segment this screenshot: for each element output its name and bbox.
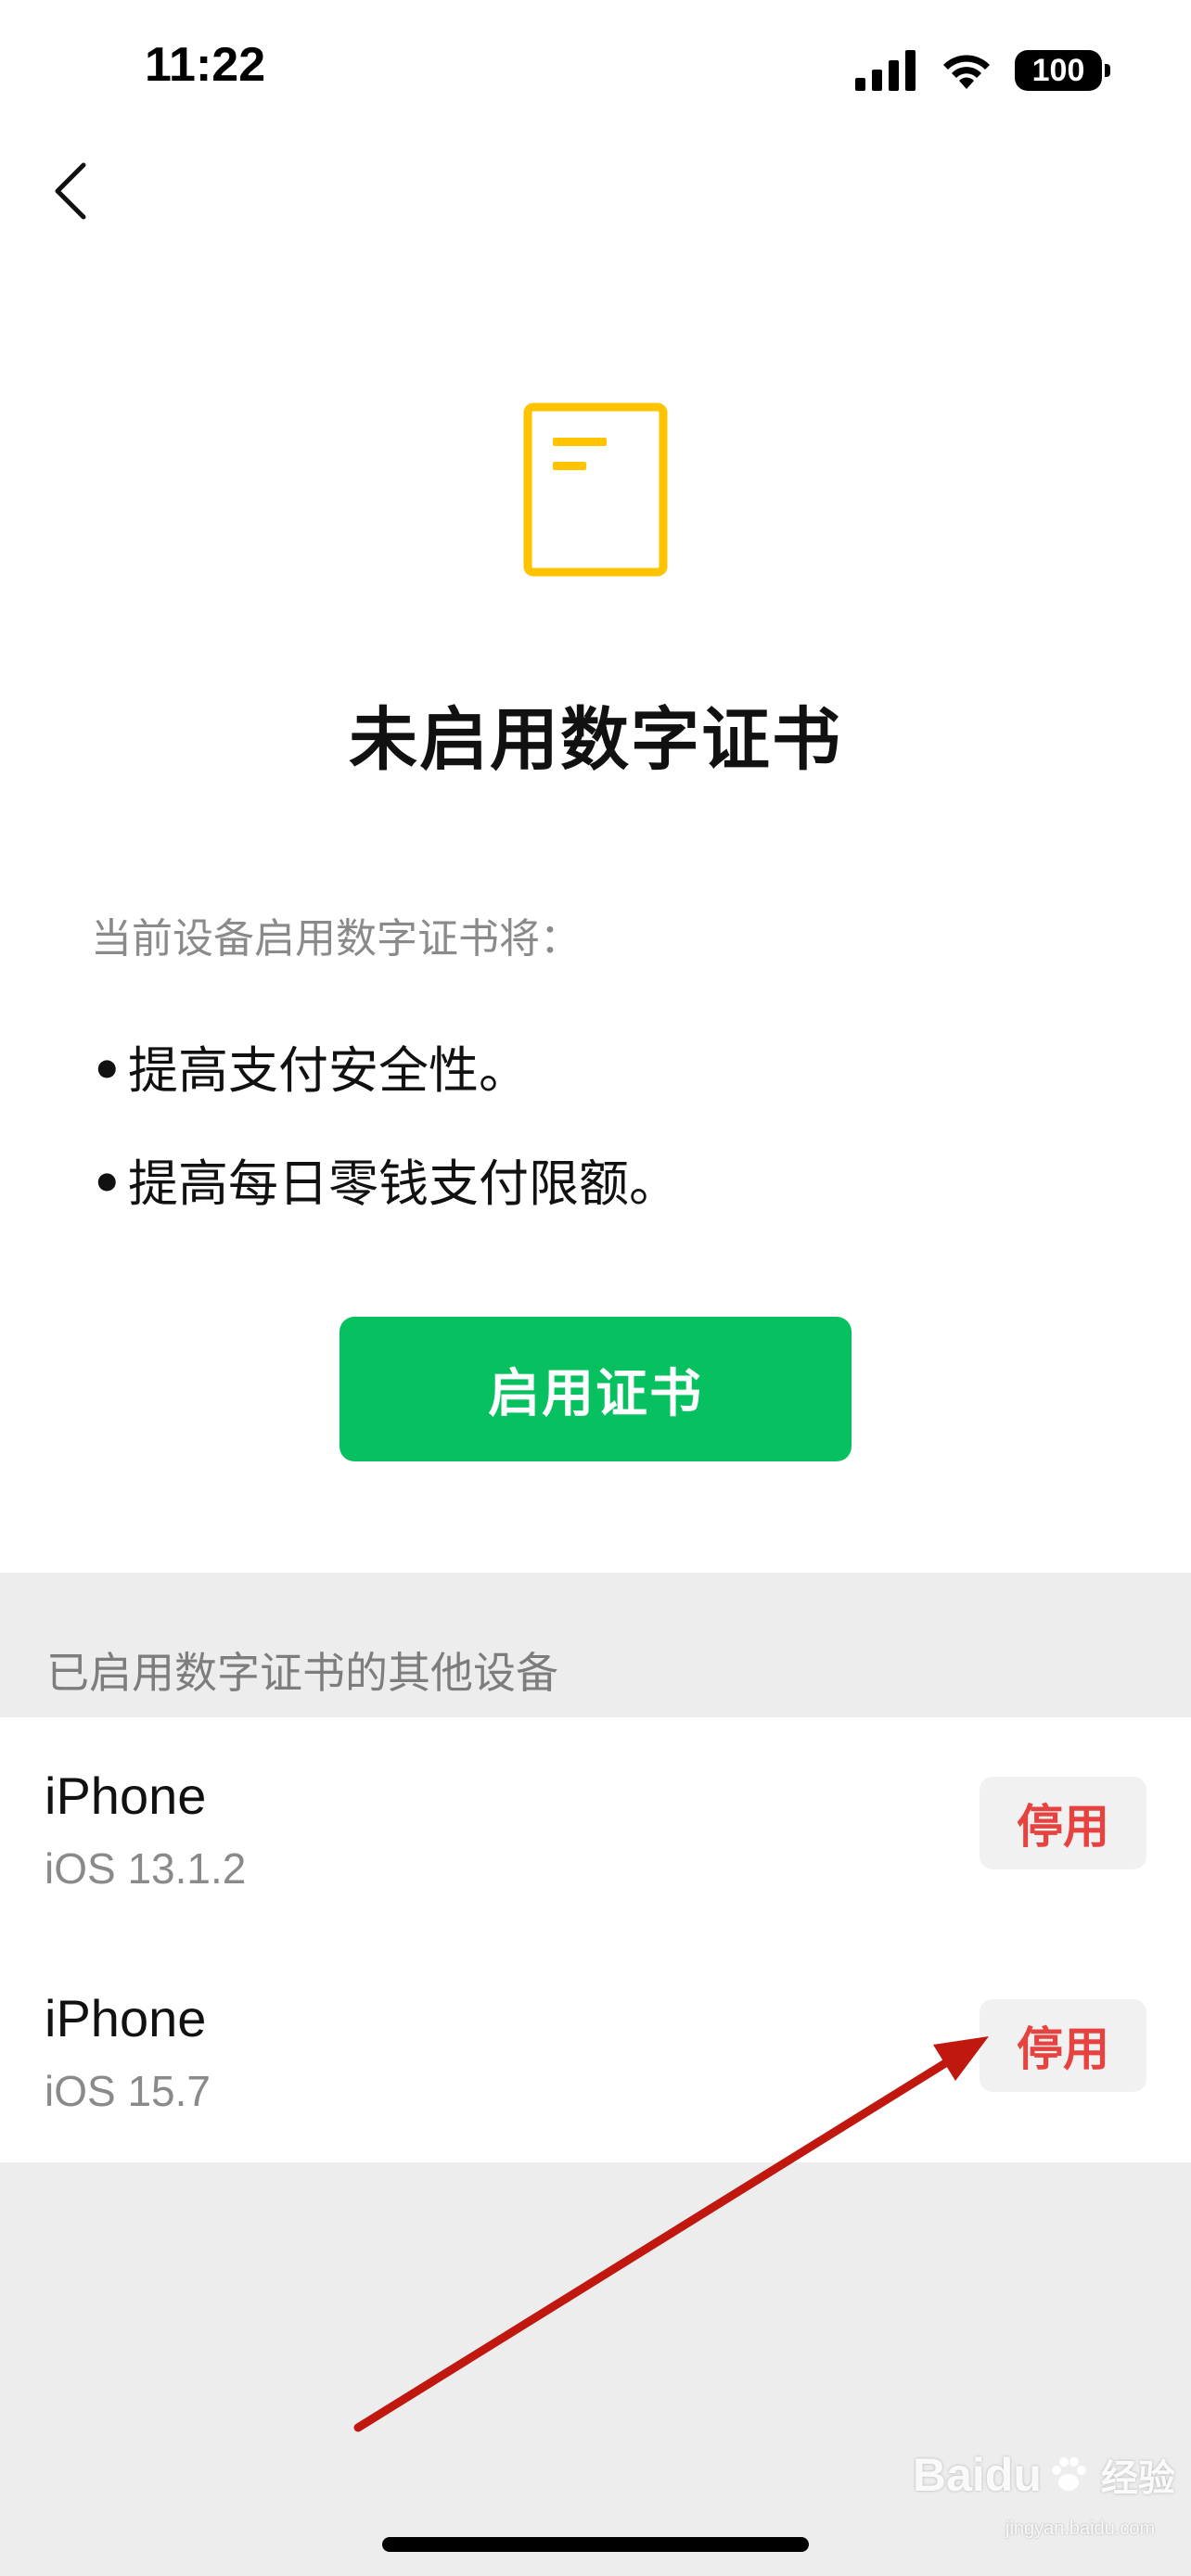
home-indicator[interactable] (382, 2537, 809, 2552)
annotation-arrow (353, 2036, 989, 2432)
watermark-brand: Baidu (913, 2449, 1042, 2501)
paw-icon (1051, 2457, 1086, 2491)
watermark: Baidu 经验 (913, 2448, 1175, 2502)
watermark-cn: 经验 (1100, 2457, 1175, 2500)
watermark-url: jingyan.baidu.com (1005, 2519, 1156, 2539)
